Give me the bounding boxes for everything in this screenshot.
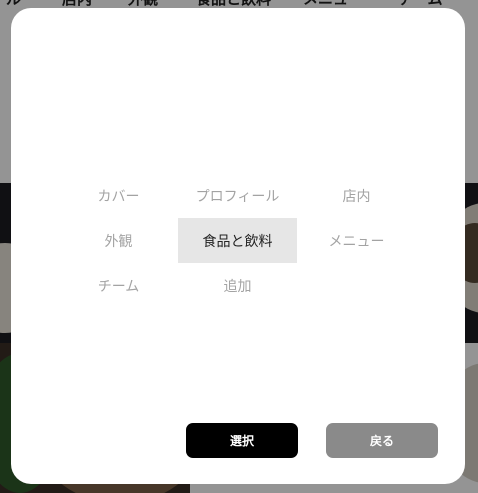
category-option-food-and-drink[interactable]: 食品と飲料 — [178, 218, 297, 263]
category-option-exterior[interactable]: 外観 — [59, 218, 178, 263]
category-option-team[interactable]: チーム — [59, 263, 178, 308]
category-picker-modal: カバー プロフィール 店内 外観 食品と飲料 メニュー チーム 追加 選択 戻る — [11, 8, 465, 484]
category-option-interior[interactable]: 店内 — [297, 173, 416, 218]
category-option-menu[interactable]: メニュー — [297, 218, 416, 263]
back-button[interactable]: 戻る — [326, 423, 438, 458]
select-button[interactable]: 選択 — [186, 423, 298, 458]
category-option-cover[interactable]: カバー — [59, 173, 178, 218]
category-option-profile[interactable]: プロフィール — [178, 173, 297, 218]
category-option-add[interactable]: 追加 — [178, 263, 297, 308]
